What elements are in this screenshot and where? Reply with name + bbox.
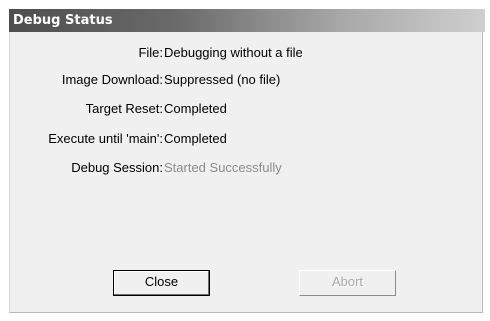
- dialog-title: Debug Status: [9, 9, 485, 32]
- status-row-target-reset: Target Reset: Completed: [10, 100, 484, 118]
- close-button[interactable]: Close: [113, 270, 210, 296]
- status-value-execute-until-main: Completed: [164, 131, 227, 146]
- status-label-file: File:: [138, 45, 163, 60]
- debug-status-dialog: Debug Status File: Debugging without a f…: [9, 9, 485, 313]
- status-label-debug-session: Debug Session:: [71, 160, 163, 175]
- status-row-execute-until-main: Execute until 'main': Completed: [10, 130, 484, 148]
- status-row-image-download: Image Download: Suppressed (no file): [10, 71, 484, 89]
- status-label-target-reset: Target Reset:: [85, 101, 163, 116]
- status-label-execute-until-main: Execute until 'main':: [48, 131, 163, 146]
- status-value-file: Debugging without a file: [164, 45, 303, 60]
- status-value-image-download: Suppressed (no file): [164, 72, 281, 87]
- status-value-debug-session: Started Successfully: [164, 160, 282, 175]
- status-row-debug-session: Debug Session: Started Successfully: [10, 159, 484, 177]
- abort-button: Abort: [299, 270, 396, 296]
- status-row-file: File: Debugging without a file: [10, 44, 484, 62]
- status-value-target-reset: Completed: [164, 101, 227, 116]
- status-label-image-download: Image Download:: [61, 72, 163, 87]
